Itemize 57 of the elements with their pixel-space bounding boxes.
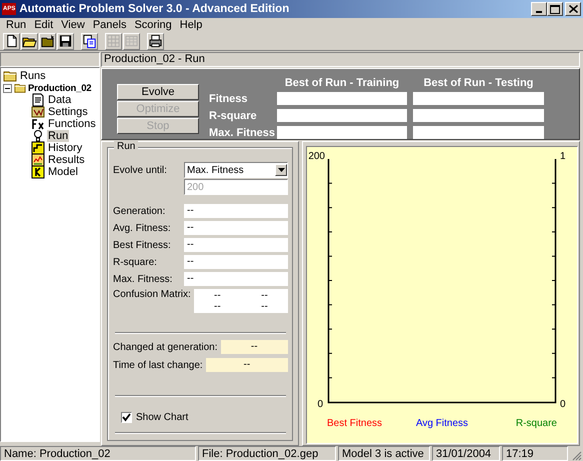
value-field: --	[184, 204, 288, 218]
value-field: --	[184, 255, 288, 269]
field-label: Confusion Matrix:	[113, 289, 192, 300]
status-panel: File: Production_02.gep	[198, 446, 336, 461]
menu-item[interactable]: Scoring	[130, 19, 176, 31]
axis-label: 0	[560, 399, 566, 410]
matrix-cell-text: --	[213, 290, 222, 301]
menu-item[interactable]: Panels	[88, 19, 130, 31]
column-header: Best of Run - Training	[284, 78, 400, 88]
axis-label: 200	[308, 151, 325, 162]
status-panel: 31/01/2004	[432, 446, 500, 461]
checkbox-label[interactable]: Show Chart	[136, 412, 188, 423]
page-header: Production_02 - Run	[101, 52, 580, 67]
tree-item[interactable]: Production_02	[27, 82, 92, 94]
field-label: Changed at generation:	[113, 342, 219, 352]
legend-label: R-square	[516, 418, 557, 429]
window-title: Automatic Problem Solver 3.0 - Advanced Edition	[19, 3, 290, 15]
matrix-cell-text: --	[213, 301, 222, 312]
menu-item[interactable]: Run	[2, 19, 30, 31]
matrix-cell-text: --	[260, 301, 269, 312]
status-panel: Model 3 is active	[338, 446, 430, 461]
value-field: --	[184, 238, 288, 252]
axis-label: 0	[317, 399, 323, 410]
group-title: Run	[114, 141, 138, 152]
menu-item[interactable]: Edit	[30, 19, 58, 31]
legend-label: Best Fitness	[327, 418, 382, 429]
row-label: R-square	[209, 110, 258, 122]
field-label: Time of last change:	[113, 360, 204, 370]
tree-item[interactable]: Runs	[19, 70, 47, 82]
tree-item[interactable]: Run	[47, 130, 70, 142]
value-field: --	[220, 340, 288, 354]
menu-item[interactable]: View	[57, 19, 89, 31]
field-label: Avg. Fitness:	[113, 222, 172, 234]
tree-item[interactable]: Settings	[47, 106, 89, 118]
row-label: Fitness	[209, 92, 249, 104]
value-field: --	[206, 358, 288, 372]
legend-label: Avg Fitness	[416, 418, 468, 429]
menu-item[interactable]: Help	[176, 19, 206, 31]
tree-item[interactable]: Data	[47, 94, 72, 106]
field-label: Max. Fitness:	[113, 274, 174, 284]
status-panel: Name: Production_02	[0, 446, 196, 461]
field-label: Evolve until:	[113, 164, 168, 176]
action-button[interactable]: Evolve	[117, 84, 199, 100]
axis-label: 1	[560, 151, 566, 162]
field-label: Generation:	[113, 206, 166, 216]
column-header: Best of Run - Testing	[422, 78, 534, 88]
dropdown[interactable]: Max. Fitness	[184, 162, 288, 178]
value-field: --	[184, 221, 288, 235]
tree-item[interactable]: Results	[47, 154, 86, 166]
field-label: Best Fitness:	[113, 240, 172, 250]
tree-item[interactable]: Functions	[47, 118, 97, 130]
value-field: --	[184, 272, 288, 286]
field-label: R-square:	[113, 256, 158, 268]
status-panel: 17:19	[502, 446, 568, 461]
tree-item[interactable]: History	[47, 142, 84, 154]
tree-item[interactable]: Model	[47, 166, 79, 178]
matrix-cell-text: --	[260, 290, 269, 301]
